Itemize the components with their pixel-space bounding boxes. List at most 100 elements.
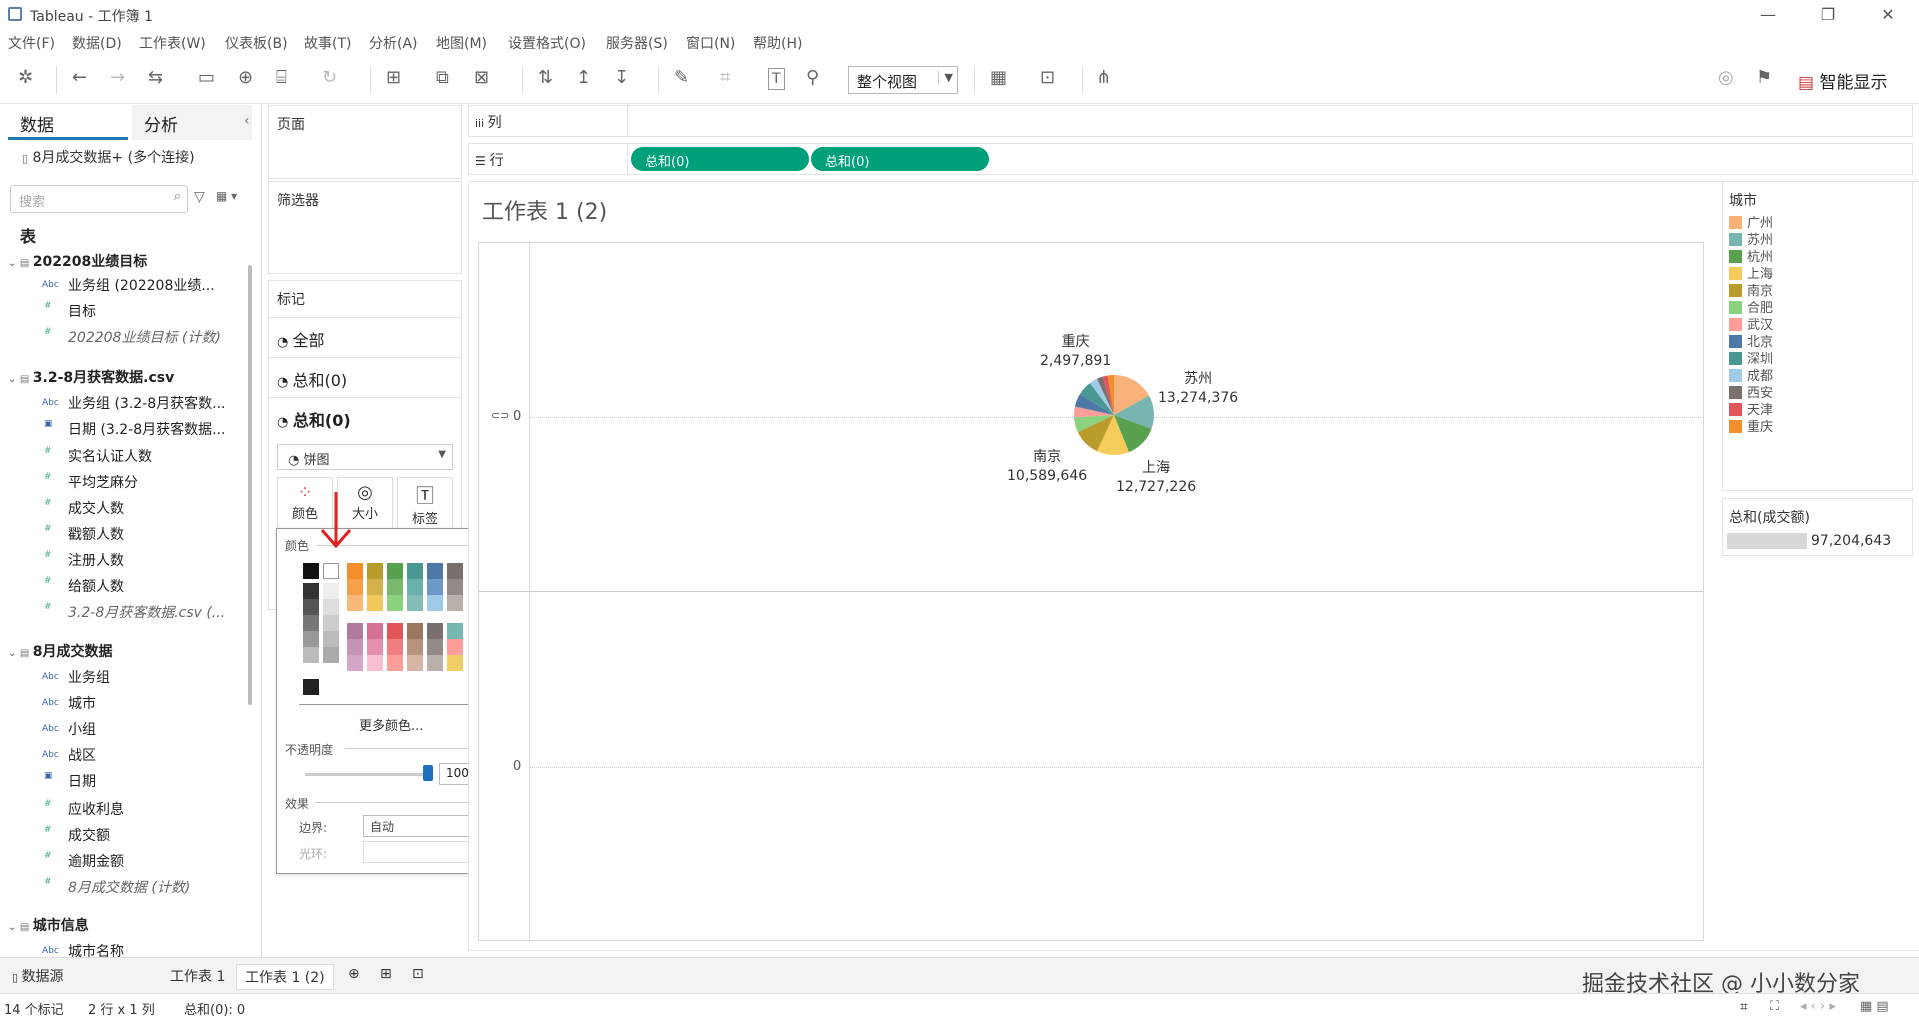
rows-shelf[interactable]: ☰ 行 总和(0) 总和(0) [468,143,1913,175]
color-swatch[interactable] [387,563,403,579]
more-colors-link[interactable]: 更多颜色... [359,715,423,734]
menu-help[interactable]: 帮助(H) [753,33,802,53]
tab-analysis[interactable]: 分析 [132,105,252,140]
color-swatch[interactable] [347,639,363,655]
minimize-button[interactable]: — [1748,4,1788,26]
clear-sheet-icon[interactable]: ⊠ [474,68,489,88]
size-legend[interactable]: 总和(成交额) 97,204,643 [1722,498,1913,556]
color-swatch[interactable] [407,595,423,611]
field-item[interactable]: 实名认证人数 [68,446,152,466]
color-swatch[interactable] [347,655,363,671]
filter-icon[interactable]: ▽ [194,189,205,205]
filters-card[interactable]: 筛选器 [268,181,462,274]
color-swatch[interactable] [427,623,443,639]
color-swatch[interactable] [427,595,443,611]
color-swatch[interactable] [387,579,403,595]
pie-chart[interactable] [1073,374,1155,456]
color-swatch[interactable] [347,595,363,611]
undo-icon[interactable]: ← [72,68,87,88]
new-worksheet-icon[interactable]: ⊞ [386,68,401,88]
color-swatch[interactable] [323,647,339,663]
color-swatch[interactable] [303,583,319,599]
redo-icon[interactable]: → [110,68,125,88]
menu-format[interactable]: 设置格式(O) [508,33,586,53]
color-swatch[interactable] [303,679,319,695]
color-swatch[interactable] [323,599,339,615]
view-options-icon[interactable]: ▦ ▾ [216,189,237,203]
field-item[interactable]: 业务组 (3.2-8月获客数... [68,393,226,413]
mark-type-dropdown[interactable]: ◔ 饼图 ▼ [277,444,453,470]
table-group[interactable]: ⌄ ▤ 城市信息 [8,915,89,935]
color-swatch[interactable] [347,579,363,595]
sort-ascending-icon[interactable]: ↥ [576,68,591,88]
tab-data[interactable]: 数据 [8,105,128,140]
group-icon[interactable]: ⌗ [720,68,730,88]
field-item[interactable]: 战区 [68,745,96,765]
new-datasource-icon[interactable]: ⊕ [238,68,253,88]
color-swatch[interactable] [447,563,463,579]
field-item[interactable]: 202208业绩目标 (计数) [68,327,221,347]
color-swatch[interactable] [447,655,463,671]
presentation-icon[interactable]: ⊡ [1040,68,1055,88]
tableau-logo-icon[interactable]: ✲ [18,68,33,88]
color-swatch[interactable] [323,631,339,647]
color-swatch[interactable] [387,623,403,639]
save-icon[interactable]: ▭ [198,68,215,88]
field-item[interactable]: 成交人数 [68,498,124,518]
menu-map[interactable]: 地图(M) [436,33,487,53]
table-group[interactable]: ⌄ ▤ 3.2-8月获客数据.csv [8,367,174,387]
color-swatch[interactable] [367,579,383,595]
fit-dropdown[interactable]: 整个视图 ▼ [848,66,958,94]
color-swatch[interactable] [303,647,319,663]
color-swatch[interactable] [367,623,383,639]
color-swatch[interactable] [387,655,403,671]
color-swatch[interactable] [427,639,443,655]
new-story-icon[interactable]: ⊡ [404,964,432,984]
color-swatch[interactable] [407,563,423,579]
scrollbar[interactable] [248,265,252,705]
search-input[interactable]: 搜索 ⌕ [10,185,188,213]
show-cards-icon[interactable]: ▦ [990,68,1007,88]
close-button[interactable]: ✕ [1868,4,1908,26]
menu-story[interactable]: 故事(T) [304,33,351,53]
color-swatch[interactable] [323,563,339,579]
field-item[interactable]: 平均芝麻分 [68,472,138,492]
sort-descending-icon[interactable]: ↧ [614,68,629,88]
field-item[interactable]: 注册人数 [68,550,124,570]
field-item[interactable]: 逾期金额 [68,851,124,871]
datasource-tab[interactable]: ▯ 数据源 [4,964,72,988]
field-item[interactable]: 城市 [68,693,96,713]
pause-updates-icon[interactable]: ⌸ [276,68,287,88]
share-icon[interactable]: ⋔ [1096,68,1111,88]
sheet-tab-active[interactable]: 工作表 1 (2) [236,964,334,990]
color-swatch[interactable] [447,623,463,639]
table-group[interactable]: ⌄ ▤ 8月成交数据 [8,641,113,661]
color-swatch[interactable] [367,595,383,611]
field-item[interactable]: 小组 [68,719,96,739]
new-worksheet-icon[interactable]: ⊕ [340,964,368,984]
color-swatch[interactable] [303,631,319,647]
label-button[interactable]: 🅃 标签 [397,477,453,529]
color-swatch[interactable] [447,579,463,595]
menu-file[interactable]: 文件(F) [8,33,55,53]
marks-sum2-row[interactable]: ◔ 总和(0) [269,397,463,435]
menu-worksheet[interactable]: 工作表(W) [139,33,206,53]
field-item[interactable]: 给额人数 [68,576,124,596]
new-dashboard-icon[interactable]: ⊞ [372,964,400,984]
marks-sum1-row[interactable]: ◔ 总和(0) [269,357,463,395]
swap-icon[interactable]: ⇅ [538,68,553,88]
color-swatch[interactable] [447,639,463,655]
color-swatch[interactable] [323,615,339,631]
marks-all-row[interactable]: ◔ 全部 [269,317,463,355]
table-group[interactable]: ⌄ ▤ 202208业绩目标 [8,251,147,271]
ask-data-icon[interactable]: ◎ [1718,68,1734,88]
columns-shelf[interactable]: iii 列 [468,105,1913,137]
field-item[interactable]: 3.2-8月获客数据.csv (... [68,602,225,622]
color-swatch[interactable] [387,639,403,655]
field-item[interactable]: 8月成交数据 (计数) [68,877,190,897]
page-nav-icon[interactable]: ◂ ‹ › ▸ [1800,999,1836,1014]
color-swatch[interactable] [447,595,463,611]
halo-dropdown[interactable]: ⌄ [363,841,483,863]
show-labels-icon[interactable]: T [768,68,785,90]
color-swatch[interactable] [427,563,443,579]
